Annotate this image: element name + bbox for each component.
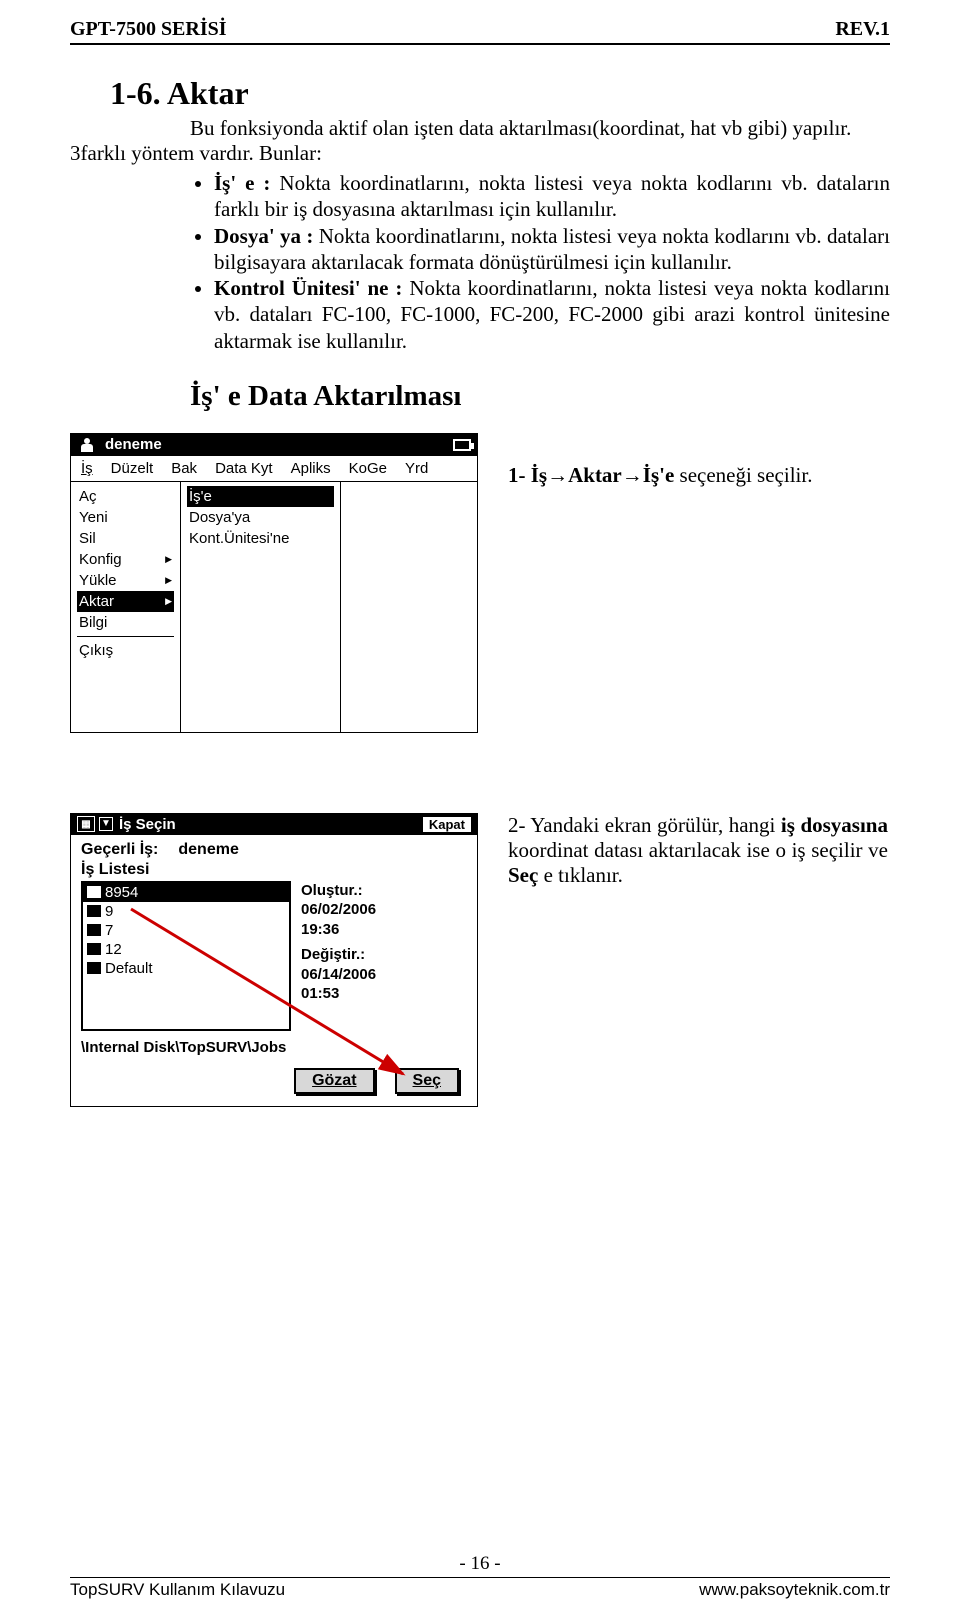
list-item[interactable]: 8954 (83, 883, 289, 902)
arrow-icon: → (622, 463, 643, 487)
menu-bak[interactable]: Bak (171, 460, 197, 477)
file-icon (87, 886, 101, 898)
submenu-item-kontunit[interactable]: Kont.Ünitesi'ne (187, 528, 334, 549)
menu-apliks[interactable]: Apliks (291, 460, 331, 477)
caption1-suffix: seçeneği seçilir. (674, 463, 812, 487)
menu-item-cikis[interactable]: Çıkış (77, 640, 174, 661)
job-path: \Internal Disk\TopSURV\Jobs (71, 1037, 477, 1058)
caption2-bold-sec: Seç (508, 863, 538, 887)
current-job-value: deneme (178, 841, 238, 859)
menu-item-yukle[interactable]: Yükle (77, 570, 174, 591)
intro-line-1: Bu fonksiyonda aktif olan işten data akt… (190, 116, 890, 141)
user-icon (77, 436, 99, 454)
bullet-item: Dosya' ya : Nokta koordinatlarını, nokta… (214, 223, 890, 276)
caption2-text: koordinat datası aktarılacak ise o iş se… (508, 838, 888, 862)
page-header: GPT-7500 SERİSİ REV.1 (70, 18, 890, 45)
subsection-title: İş' e Data Aktarılması (190, 380, 890, 413)
caption1-mid2: İş'e (643, 463, 675, 487)
menu-koge[interactable]: KoGe (349, 460, 387, 477)
dropdown-is-menu: Aç Yeni Sil Konfig Yükle Aktar Bilgi Çık… (71, 482, 181, 732)
header-series: GPT-7500 SERİSİ (70, 18, 227, 41)
titlebar: deneme (71, 434, 477, 456)
caption2-bold-is: iş (781, 813, 795, 837)
bullet-lead: İş' e : (214, 171, 279, 195)
section-title: 1-6. Aktar (110, 75, 890, 112)
detail-line: Değiştir.: (301, 945, 376, 965)
device-screenshot-1: deneme İş Düzelt Bak Data Kyt Apliks KoG… (70, 433, 478, 733)
bullet-item: İş' e : Nokta koordinatlarını, nokta lis… (214, 170, 890, 223)
menu-is[interactable]: İş (81, 460, 93, 477)
bullet-body: Nokta koordinatlarını, nokta listesi vey… (214, 171, 890, 221)
battery-icon (453, 439, 471, 451)
menubar: İş Düzelt Bak Data Kyt Apliks KoGe Yrd (71, 456, 477, 482)
close-button[interactable]: Kapat (423, 817, 471, 832)
detail-line: 06/02/2006 (301, 900, 376, 920)
header-rev: REV.1 (835, 18, 890, 41)
list-item[interactable]: Default (83, 959, 289, 978)
menu-item-konfig[interactable]: Konfig (77, 549, 174, 570)
menu-item-yeni[interactable]: Yeni (77, 507, 174, 528)
list-item[interactable]: 12 (83, 940, 289, 959)
caption2-text: e tıklanır. (544, 863, 623, 887)
caption2-text: 2- Yandaki ekran görülür, hangi (508, 813, 781, 837)
bullet-item: Kontrol Ünitesi' ne : Nokta koordinatlar… (214, 275, 890, 354)
menu-yrd[interactable]: Yrd (405, 460, 428, 477)
menu-item-sil[interactable]: Sil (77, 528, 174, 549)
job-listbox[interactable]: 8954 9 7 12 Default (81, 881, 291, 1031)
file-icon (87, 905, 101, 917)
detail-line: 06/14/2006 (301, 965, 376, 985)
menu-item-ac[interactable]: Aç (77, 486, 174, 507)
bullet-list: İş' e : Nokta koordinatlarını, nokta lis… (190, 170, 890, 354)
page-number: - 16 - (70, 1553, 890, 1575)
intro-line-2: 3farklı yöntem vardır. Bunlar: (70, 141, 890, 166)
detail-line: 01:53 (301, 984, 376, 1004)
menu-item-bilgi[interactable]: Bilgi (77, 612, 174, 633)
menu-item-aktar[interactable]: Aktar (77, 591, 174, 612)
caption2-text: dosyasına (800, 813, 888, 837)
list-item[interactable]: 9 (83, 902, 289, 921)
submenu-item-dosyaya[interactable]: Dosya'ya (187, 507, 334, 528)
file-icon (87, 943, 101, 955)
dropdown-icon[interactable]: ▼ (99, 817, 113, 831)
menu-duzelt[interactable]: Düzelt (111, 460, 154, 477)
menu-separator (77, 636, 174, 637)
page-footer: - 16 - TopSURV Kullanım Kılavuzu www.pak… (70, 1553, 890, 1600)
label-current-job: Geçerli İş: (81, 841, 158, 859)
step2-caption: 2- Yandaki ekran görülür, hangi iş dosya… (508, 813, 888, 888)
menu-datakyt[interactable]: Data Kyt (215, 460, 273, 477)
browse-button[interactable]: Gözat (294, 1068, 374, 1094)
file-icon (87, 924, 101, 936)
footer-left: TopSURV Kullanım Kılavuzu (70, 1580, 285, 1600)
job-title: deneme (105, 436, 162, 453)
list-item[interactable]: 7 (83, 921, 289, 940)
caption1-prefix: 1- İş (508, 463, 547, 487)
file-icon (87, 962, 101, 974)
step1-caption: 1- İş→Aktar→İş'e seçeneği seçilir. (508, 463, 888, 488)
titlebar: ▦ ▼ İş Seçin Kapat (71, 814, 477, 835)
submenu-aktar: İş'e Dosya'ya Kont.Ünitesi'ne (181, 482, 341, 732)
detail-line: 19:36 (301, 920, 376, 940)
window-title: İş Seçin (119, 816, 176, 833)
footer-right: www.paksoyteknik.com.tr (699, 1580, 890, 1600)
group-title-joblist: İş Listesi (71, 861, 477, 879)
caption1-mid1: Aktar (568, 463, 622, 487)
select-button[interactable]: Seç (395, 1068, 459, 1094)
bullet-lead: Kontrol Ünitesi' ne : (214, 276, 409, 300)
job-details: Oluştur.: 06/02/2006 19:36 Değiştir.: 06… (301, 881, 376, 1031)
bullet-lead: Dosya' ya : (214, 224, 319, 248)
arrow-icon: → (547, 463, 568, 487)
window-icon: ▦ (77, 816, 95, 832)
device-screenshot-2: ▦ ▼ İş Seçin Kapat Geçerli İş: deneme İş… (70, 813, 478, 1107)
submenu-item-ise[interactable]: İş'e (187, 486, 334, 507)
detail-line: Oluştur.: (301, 881, 376, 901)
